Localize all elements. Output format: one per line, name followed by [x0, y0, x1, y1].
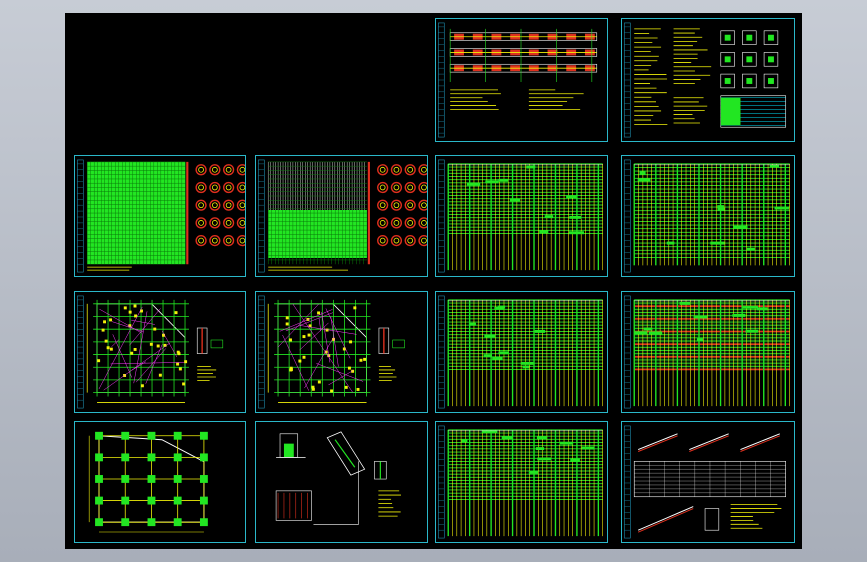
drawing-sheet-r3c3[interactable] [435, 291, 608, 413]
sheet-r2c3-drawing [438, 159, 603, 273]
sheet-r3c1-drawing [77, 295, 224, 409]
drawing-sheet-r4c1[interactable] [74, 421, 246, 543]
drawing-sheet-r3c1[interactable] [74, 291, 246, 413]
drawing-sheet-r3c2[interactable] [255, 291, 428, 413]
sheet-r4c1-drawing [88, 431, 208, 533]
sheet-r4c2-drawing [275, 431, 402, 525]
drawing-sheet-r4c4[interactable] [621, 421, 795, 543]
sheet-r2c4-drawing [624, 159, 790, 273]
drawing-sheet-r2c1[interactable] [74, 155, 246, 277]
drawing-sheet-r2c2[interactable] [255, 155, 428, 277]
drawing-sheet-r1c3[interactable] [435, 18, 608, 142]
sheet-r3c4-drawing [624, 295, 790, 409]
cad-model-viewport[interactable] [65, 13, 802, 549]
sheet-r1c4-drawing [624, 22, 787, 138]
drawing-sheet-r4c2[interactable] [255, 421, 428, 543]
sheet-r4c4-drawing [624, 425, 786, 539]
drawing-sheet-r2c4[interactable] [621, 155, 795, 277]
drawing-sheet-r4c3[interactable] [435, 421, 608, 543]
sheet-r2c1-drawing [77, 159, 245, 273]
drawing-sheet-r2c3[interactable] [435, 155, 608, 277]
sheet-r2c2-drawing [258, 159, 427, 273]
sheet-r3c3-drawing [438, 295, 603, 409]
drawing-sheet-r3c4[interactable] [621, 291, 795, 413]
sheet-r3c2-drawing [258, 295, 405, 409]
sheet-r1c3-drawing [438, 22, 598, 138]
sheet-r4c3-drawing [438, 425, 603, 539]
drawing-sheet-r1c4[interactable] [621, 18, 795, 142]
